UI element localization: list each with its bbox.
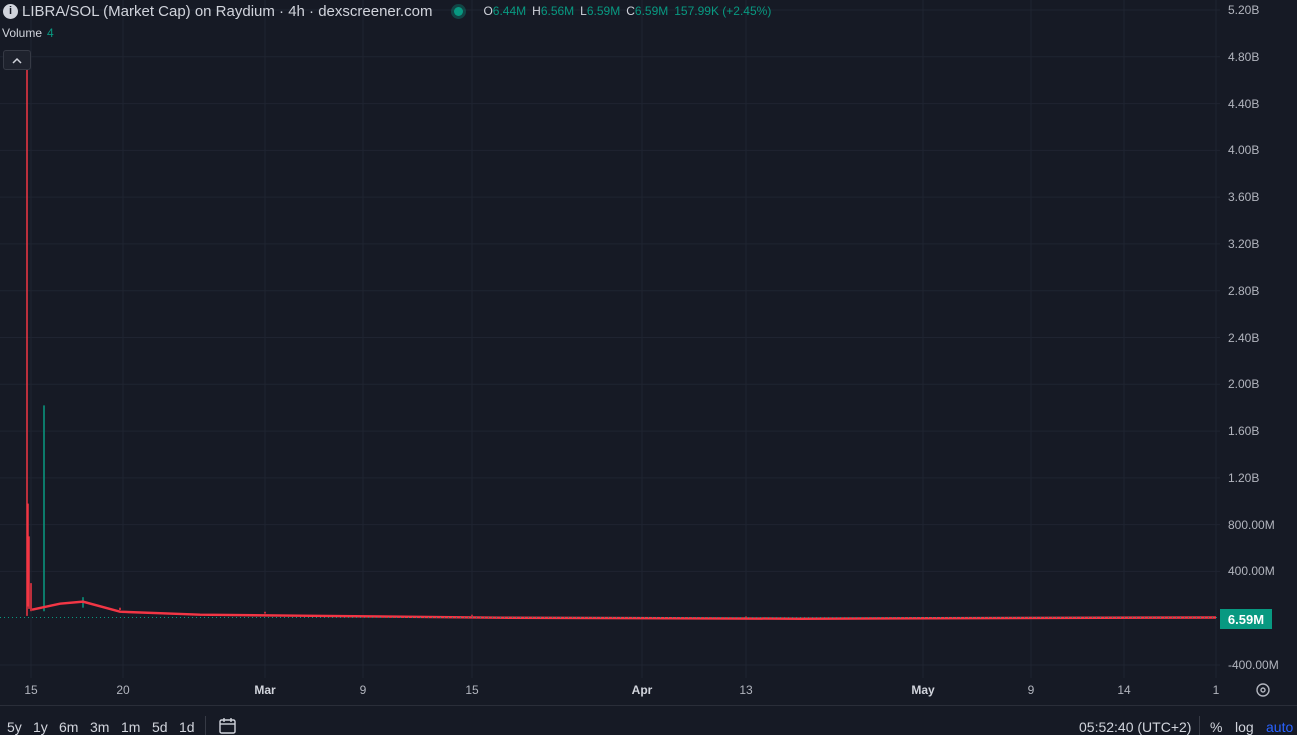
low-value: 6.59M bbox=[586, 4, 621, 18]
price-tick-label: 3.20B bbox=[1228, 236, 1260, 251]
log-toggle[interactable]: log bbox=[1235, 719, 1254, 735]
price-tick-label: 2.00B bbox=[1228, 377, 1260, 392]
time-axis[interactable]: 15 20 Mar 9 15 Apr 13 May 9 14 1 bbox=[0, 678, 1220, 704]
ohlc-readout: O6.44M H6.56M L6.59M C6.59M 157.99K (+2.… bbox=[483, 4, 771, 18]
time-tick-label: 9 bbox=[359, 683, 367, 697]
toolbar-divider-right bbox=[1199, 716, 1200, 735]
price-axis[interactable]: 5.20B 4.80B 4.40B 4.00B 3.60B 3.20B 2.80B 2.40B… bbox=[1220, 0, 1297, 678]
price-tick-label: 2.40B bbox=[1228, 330, 1260, 345]
price-tick-label: 1.60B bbox=[1228, 424, 1260, 439]
collapse-legend-button[interactable] bbox=[3, 50, 31, 70]
change-value: 157.99K (+2.45%) bbox=[674, 4, 772, 18]
open-key: O bbox=[483, 4, 493, 18]
time-tick-label: 14 bbox=[1117, 683, 1131, 697]
close-key: C bbox=[626, 4, 635, 18]
volume-legend[interactable]: Volume 4 bbox=[2, 26, 54, 40]
price-tick-label: 400.00M bbox=[1228, 564, 1275, 579]
chart-header: i LIBRA/SOL (Market Cap) on Raydium · 4h… bbox=[0, 0, 771, 22]
auto-toggle[interactable]: auto bbox=[1266, 719, 1293, 735]
price-tick-label: 5.20B bbox=[1228, 3, 1260, 17]
time-tick-label: 20 bbox=[116, 683, 130, 697]
chart-plot-area[interactable] bbox=[0, 0, 1220, 678]
price-tick-label: 3.60B bbox=[1228, 190, 1260, 205]
time-tick-label: 15 bbox=[465, 683, 479, 697]
toolbar-divider bbox=[205, 716, 206, 735]
range-1y-button[interactable]: 1y bbox=[33, 719, 48, 735]
price-tick-label: 1.20B bbox=[1228, 470, 1260, 485]
chart-title: LIBRA/SOL (Market Cap) on Raydium · 4h ·… bbox=[22, 2, 433, 20]
chart-app: i LIBRA/SOL (Market Cap) on Raydium · 4h… bbox=[0, 0, 1297, 735]
price-tick-label: 800.00M bbox=[1228, 517, 1275, 532]
percent-toggle[interactable]: % bbox=[1210, 719, 1222, 735]
time-tick-label: Apr bbox=[631, 683, 653, 697]
time-tick-label: 1 bbox=[1212, 683, 1220, 697]
range-3m-button[interactable]: 3m bbox=[90, 719, 109, 735]
price-tick-label: -400.00M bbox=[1228, 658, 1279, 672]
volume-value: 4 bbox=[47, 26, 54, 40]
range-5d-button[interactable]: 5d bbox=[152, 719, 168, 735]
price-tick-label: 4.00B bbox=[1228, 143, 1260, 158]
open-value: 6.44M bbox=[492, 4, 527, 18]
price-tick-label: 4.40B bbox=[1228, 96, 1260, 111]
last-price-tag: 6.59M bbox=[1220, 609, 1272, 629]
low-key: L bbox=[580, 4, 587, 18]
high-key: H bbox=[532, 4, 541, 18]
range-1m-button[interactable]: 1m bbox=[121, 719, 140, 735]
settings-icon[interactable] bbox=[1254, 681, 1272, 699]
range-1d-button[interactable]: 1d bbox=[179, 719, 195, 735]
price-tick-label: 4.80B bbox=[1228, 49, 1260, 64]
candle-series-tail bbox=[31, 600, 1217, 620]
range-6m-button[interactable]: 6m bbox=[59, 719, 78, 735]
time-tick-label: May bbox=[911, 683, 935, 697]
time-tick-label: Mar bbox=[254, 683, 276, 697]
range-5y-button[interactable]: 5y bbox=[7, 719, 22, 735]
timezone-clock[interactable]: 05:52:40 (UTC+2) bbox=[1079, 719, 1191, 735]
live-status-dot bbox=[454, 6, 464, 16]
volume-label: Volume bbox=[2, 26, 43, 40]
time-tick-label: 15 bbox=[24, 683, 38, 697]
calendar-icon[interactable] bbox=[218, 717, 238, 735]
info-icon[interactable]: i bbox=[3, 3, 18, 19]
time-tick-label: 13 bbox=[739, 683, 753, 697]
bottom-toolbar: 5y 1y 6m 3m 1m 5d 1d 05:52:40 (UTC+2) % … bbox=[0, 705, 1297, 735]
chevron-up-icon bbox=[12, 57, 22, 64]
high-value: 6.56M bbox=[540, 4, 575, 18]
price-tick-label: 2.80B bbox=[1228, 283, 1260, 298]
time-tick-label: 9 bbox=[1027, 683, 1035, 697]
close-value: 6.59M bbox=[634, 4, 669, 18]
